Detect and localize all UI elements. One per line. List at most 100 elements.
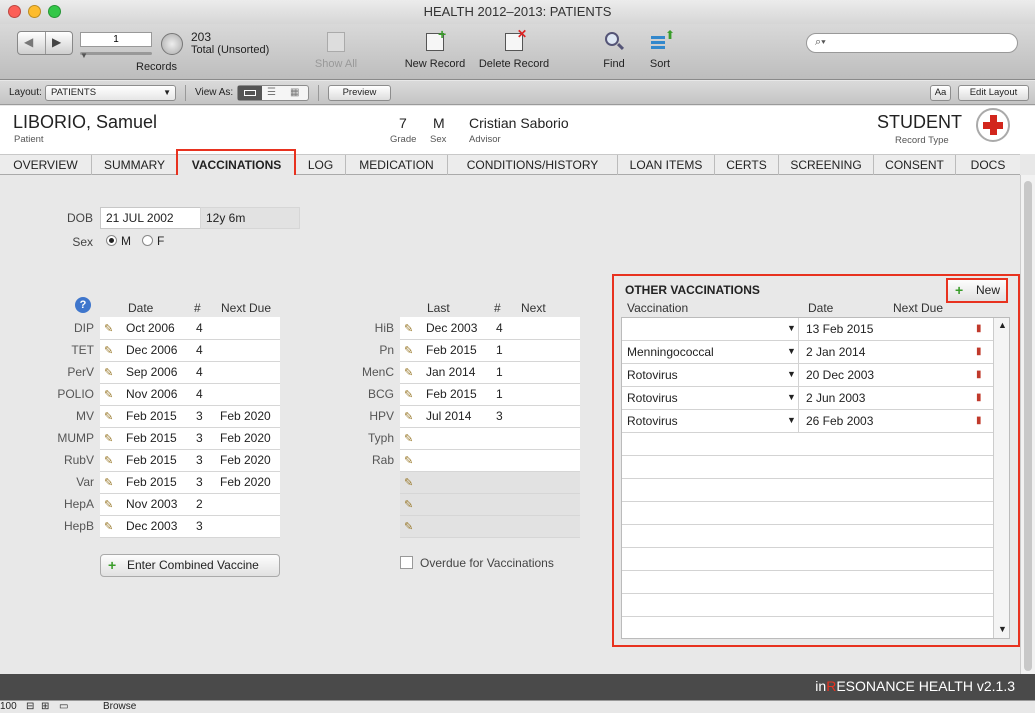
trash-icon[interactable]: ▮ <box>976 346 982 357</box>
enter-combined-vaccine-button[interactable]: + Enter Combined Vaccine <box>100 554 280 577</box>
minimize-window-button[interactable] <box>28 5 41 18</box>
pencil-icon[interactable]: ✎ <box>400 449 422 472</box>
vaccine-date[interactable]: Dec 2003 <box>122 515 192 538</box>
pencil-icon[interactable]: ✎ <box>400 361 422 384</box>
scroll-up-icon[interactable]: ▲ <box>998 320 1007 330</box>
pencil-icon[interactable]: ✎ <box>400 515 422 538</box>
close-window-button[interactable] <box>8 5 21 18</box>
zoom-window-button[interactable] <box>48 5 61 18</box>
pencil-icon[interactable]: ✎ <box>100 515 122 538</box>
record-navigator[interactable]: ◀ ▶ <box>17 31 73 55</box>
tab-docs[interactable]: DOCS <box>956 155 1020 175</box>
empty-row[interactable] <box>622 594 993 617</box>
vaccine-date[interactable]: Feb 2015 <box>122 405 192 428</box>
vaccine-next[interactable] <box>516 493 580 516</box>
empty-row[interactable] <box>622 479 993 502</box>
trash-icon[interactable]: ▮ <box>976 369 982 380</box>
vaccine-date[interactable]: Feb 2015 <box>422 383 492 406</box>
trash-icon[interactable]: ▮ <box>976 392 982 403</box>
vaccine-date[interactable]: Jul 2014 <box>422 405 492 428</box>
vaccine-dose-count[interactable]: 4 <box>192 361 216 384</box>
portal-scrollbar[interactable]: ▲ ▼ <box>993 318 1009 638</box>
pencil-icon[interactable]: ✎ <box>100 339 122 362</box>
vaccine-date[interactable]: Feb 2015 <box>422 339 492 362</box>
list-view-button[interactable]: ☰ <box>267 87 276 98</box>
vaccine-next-due[interactable] <box>216 361 280 384</box>
vaccine-date[interactable]: Oct 2006 <box>122 317 192 340</box>
vaccine-next[interactable] <box>516 427 580 450</box>
vaccine-next-due[interactable] <box>216 339 280 362</box>
scroll-down-icon[interactable]: ▼ <box>998 624 1007 634</box>
vaccine-dose-count[interactable] <box>492 427 516 450</box>
vaccine-next[interactable] <box>516 383 580 406</box>
new-vaccination-button[interactable]: + New <box>946 278 1008 303</box>
empty-row[interactable] <box>622 617 993 638</box>
sex-m-radio[interactable] <box>106 235 117 246</box>
zoom-out-icon[interactable]: ⊟ <box>26 701 34 713</box>
pencil-icon[interactable]: ✎ <box>100 405 122 428</box>
vaccine-dose-count[interactable]: 4 <box>192 317 216 340</box>
empty-row[interactable] <box>622 502 993 525</box>
empty-row[interactable] <box>622 571 993 594</box>
pencil-icon[interactable]: ✎ <box>400 405 422 428</box>
vaccine-date[interactable]: Nov 2006 <box>122 383 192 406</box>
pencil-icon[interactable]: ✎ <box>400 317 422 340</box>
vaccine-dose-count[interactable]: 3 <box>192 515 216 538</box>
vaccine-date[interactable] <box>422 515 492 538</box>
vaccine-next-due[interactable]: Feb 2020 <box>216 471 280 494</box>
vaccine-dose-count[interactable]: 1 <box>492 383 516 406</box>
pencil-icon[interactable]: ✎ <box>100 361 122 384</box>
overdue-checkbox[interactable] <box>400 556 413 569</box>
vaccine-next[interactable] <box>516 317 580 340</box>
vaccination-name[interactable]: Rotovirus <box>627 414 678 428</box>
next-record-icon[interactable]: ▶ <box>52 35 61 49</box>
empty-row[interactable] <box>622 456 993 479</box>
pencil-icon[interactable]: ✎ <box>400 471 422 494</box>
window-scrollbar[interactable] <box>1020 175 1035 675</box>
new-record-button[interactable]: + New Record <box>400 26 470 70</box>
vaccine-next[interactable] <box>516 515 580 538</box>
vaccine-dose-count[interactable]: 3 <box>192 449 216 472</box>
pencil-icon[interactable]: ✎ <box>400 339 422 362</box>
pencil-icon[interactable]: ✎ <box>100 449 122 472</box>
pencil-icon[interactable]: ✎ <box>400 493 422 516</box>
other-vaccination-row[interactable]: Menningococcal ▼ 2 Jan 2014 ▮ <box>622 341 993 364</box>
dob-field[interactable]: 21 JUL 2002 <box>100 207 201 229</box>
vaccine-date[interactable] <box>422 427 492 450</box>
edit-layout-button[interactable]: Edit Layout <box>958 85 1029 101</box>
other-vaccination-row[interactable]: Rotovirus ▼ 26 Feb 2003 ▮ <box>622 410 993 433</box>
vaccine-date[interactable]: Dec 2006 <box>122 339 192 362</box>
vaccination-dropdown-icon[interactable]: ▼ <box>787 415 796 425</box>
vaccine-dose-count[interactable] <box>492 471 516 494</box>
vaccination-date[interactable]: 20 Dec 2003 <box>806 368 874 382</box>
record-slider[interactable] <box>80 52 152 55</box>
pencil-icon[interactable]: ✎ <box>100 427 122 450</box>
vaccination-dropdown-icon[interactable]: ▼ <box>787 346 796 356</box>
record-number-input[interactable] <box>80 32 152 47</box>
sort-button[interactable]: ⬆ Sort <box>643 28 677 70</box>
other-vaccination-row[interactable]: Rotovirus ▼ 20 Dec 2003 ▮ <box>622 364 993 387</box>
other-vaccination-row[interactable]: ▼ 13 Feb 2015 ▮ <box>622 318 993 341</box>
vaccine-dose-count[interactable]: 2 <box>192 493 216 516</box>
scroll-thumb[interactable] <box>1024 181 1032 671</box>
vaccine-date[interactable]: Dec 2003 <box>422 317 492 340</box>
vaccination-name[interactable]: Menningococcal <box>627 345 714 359</box>
vaccine-date[interactable]: Feb 2015 <box>122 449 192 472</box>
vaccine-next-due[interactable]: Feb 2020 <box>216 427 280 450</box>
vaccine-next[interactable] <box>516 405 580 428</box>
trash-icon[interactable]: ▮ <box>976 323 982 334</box>
tab-summary[interactable]: SUMMARY <box>92 155 178 175</box>
vaccine-dose-count[interactable]: 4 <box>192 383 216 406</box>
zoom-in-icon[interactable]: ⊞ <box>41 701 49 713</box>
tab-log[interactable]: LOG <box>296 155 346 175</box>
vaccination-dropdown-icon[interactable]: ▼ <box>787 323 796 333</box>
slider-thumb-icon[interactable]: ▼ <box>80 51 88 60</box>
vaccine-next[interactable] <box>516 361 580 384</box>
text-format-button[interactable]: Aa <box>930 85 951 101</box>
vaccine-dose-count[interactable]: 3 <box>192 427 216 450</box>
vaccine-next[interactable] <box>516 339 580 362</box>
vaccine-date[interactable]: Feb 2015 <box>122 427 192 450</box>
vaccine-date[interactable] <box>422 493 492 516</box>
tab-certs[interactable]: CERTS <box>715 155 779 175</box>
vaccine-next[interactable] <box>516 471 580 494</box>
